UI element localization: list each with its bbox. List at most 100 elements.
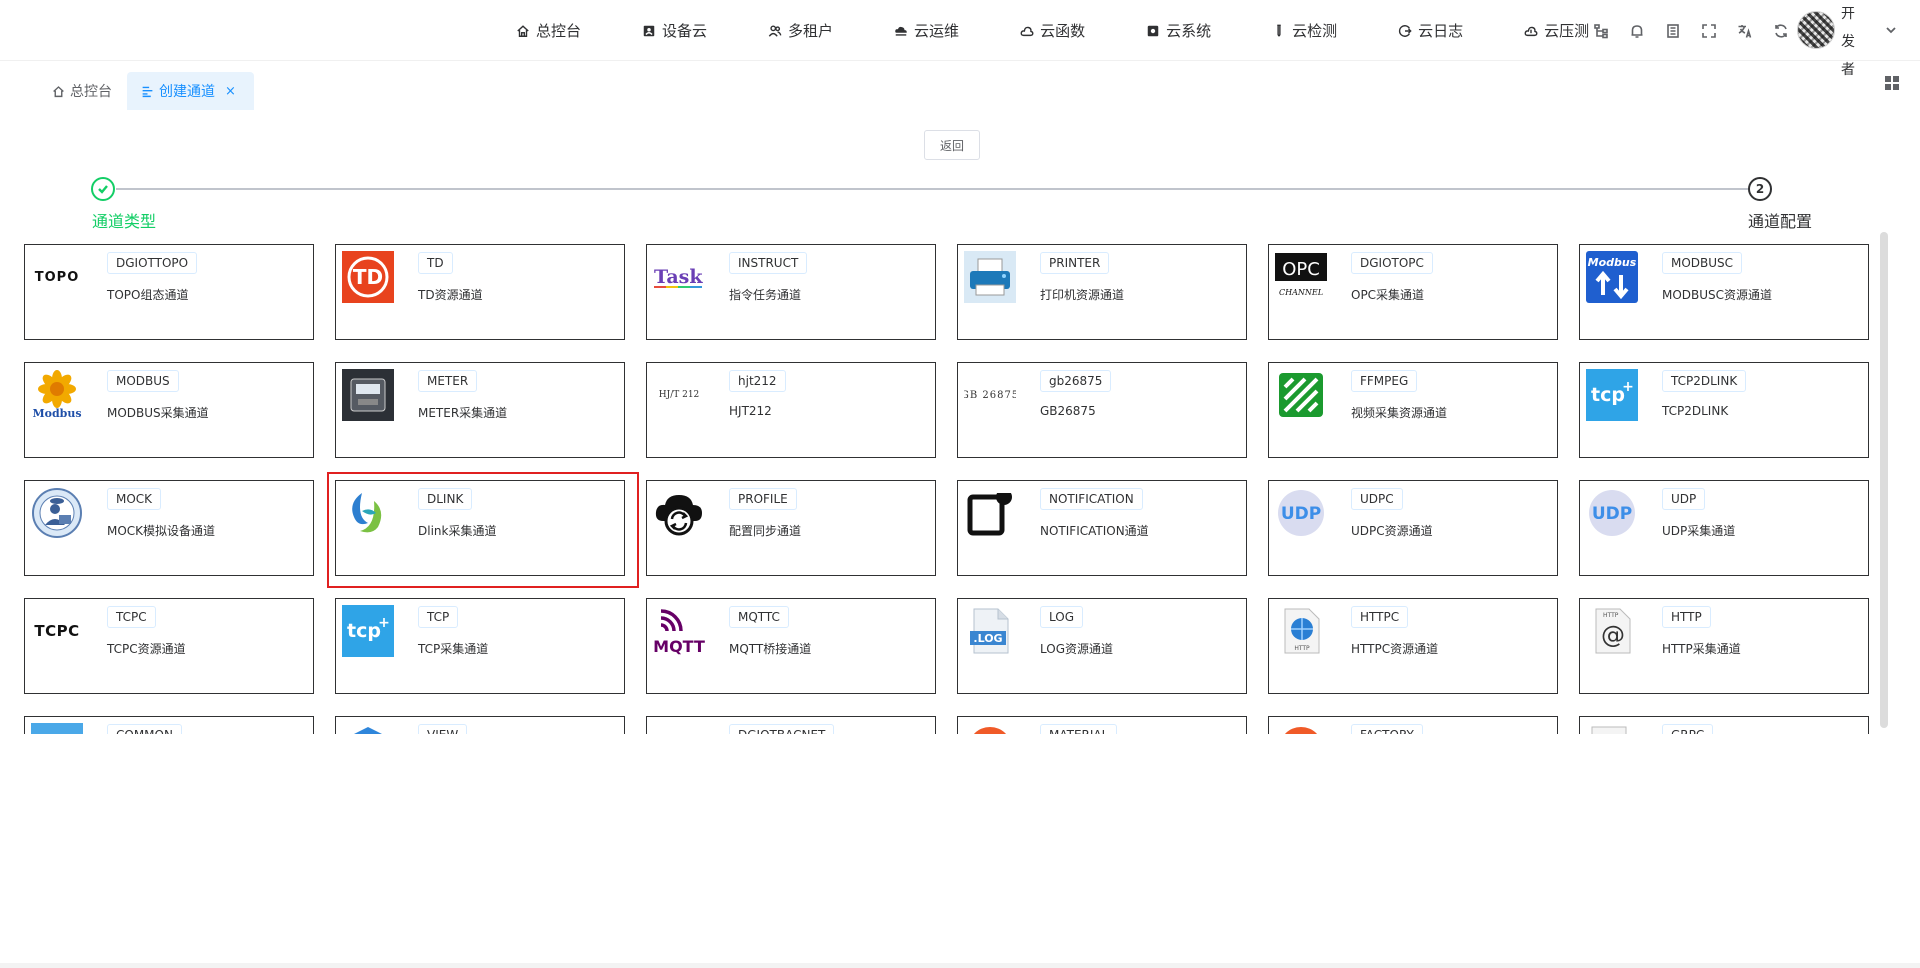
common-icon <box>31 723 83 734</box>
nav-item-cloud-function[interactable]: 云函数 <box>1014 0 1091 61</box>
hjt212-text-icon: HJ/T 212 <box>658 390 700 400</box>
view-icon <box>342 723 394 734</box>
close-icon[interactable]: × <box>225 84 236 99</box>
avatar[interactable] <box>1797 11 1835 49</box>
channel-card-tcpc[interactable]: TCPC TCPC TCPC资源通道 <box>24 598 314 694</box>
tabs-bar: 总控台 创建通道 × <box>0 62 1920 112</box>
nav-item-cloud-test[interactable]: 云检测 <box>1266 0 1343 61</box>
channel-description: OPC采集通道 <box>1351 288 1425 302</box>
channel-card-tcp[interactable]: tcp + TCP TCP采集通道 <box>335 598 625 694</box>
channel-card-hjt212[interactable]: HJ/T 212 hjt212 HJT212 <box>646 362 936 458</box>
channel-description: NOTIFICATION通道 <box>1040 524 1149 538</box>
language-button[interactable] <box>1727 0 1763 61</box>
cloud-stress-icon <box>1524 26 1538 36</box>
notification-button[interactable] <box>1619 0 1655 61</box>
channel-card-gb26875[interactable]: GB 26875 gb26875 GB26875 <box>957 362 1247 458</box>
log-icon <box>1399 24 1412 37</box>
test-tube-icon <box>1277 24 1281 37</box>
docs-button[interactable] <box>1655 0 1691 61</box>
channel-card-dlink[interactable]: DLINK Dlink采集通道 <box>335 480 625 576</box>
channel-card-dgiotbacnet[interactable]: DGIOTBACNET <box>646 716 936 734</box>
channel-card-printer[interactable]: PRINTER 打印机资源通道 <box>957 244 1247 340</box>
fullscreen-icon <box>1702 23 1716 38</box>
mqtt-logo-icon: MQTT <box>653 605 705 657</box>
channel-card-material[interactable]: MATERIAL <box>957 716 1247 734</box>
footer-divider <box>0 963 1920 968</box>
channel-card-view[interactable]: VIEW <box>335 716 625 734</box>
channel-tag: METER <box>418 370 478 392</box>
channel-tag: COMMON <box>107 724 182 734</box>
channel-card-td[interactable]: TD TD TD资源通道 <box>335 244 625 340</box>
channel-card-modbus[interactable]: Modbus MODBUS MODBUS采集通道 <box>24 362 314 458</box>
log-file-icon: .LOG <box>964 605 1016 657</box>
channel-card-udp[interactable]: UDP UDP UDP采集通道 <box>1579 480 1869 576</box>
nav-item-cloud-log[interactable]: 云日志 <box>1392 0 1469 61</box>
udp-bubble-icon: UDP <box>1586 487 1638 539</box>
channel-description: TCP采集通道 <box>418 642 489 656</box>
channel-tag: GRPC <box>1662 724 1714 734</box>
nav-item-device-cloud[interactable]: 设备云 <box>636 0 713 61</box>
tcp-plus-icon: tcp + <box>342 605 394 657</box>
dlink-logo-icon <box>342 487 394 539</box>
notification-icon <box>964 487 1016 539</box>
channel-card-httpc[interactable]: HTTP HTTPC HTTPC资源通道 <box>1268 598 1558 694</box>
nav-item-multi-tenant[interactable]: 多租户 <box>762 0 839 61</box>
channel-tag: DGIOTBACNET <box>729 724 835 734</box>
channel-tag: HTTPC <box>1351 606 1409 628</box>
back-button[interactable]: 返回 <box>924 130 980 160</box>
channel-card-dgiottopo[interactable]: TOPO DGIOTTOPO TOPO组态通道 <box>24 244 314 340</box>
nav-item-label: 总控台 <box>536 22 582 40</box>
nav-item-cloud-ops[interactable]: 云运维 <box>888 0 965 61</box>
channel-description: MQTT桥接通道 <box>729 642 812 656</box>
nav-item-label: 云日志 <box>1418 22 1464 40</box>
td-logo-icon: TD <box>342 251 394 303</box>
book-icon <box>1667 23 1679 38</box>
channel-card-common[interactable]: COMMON <box>24 716 314 734</box>
user-menu-toggle[interactable] <box>1884 22 1898 36</box>
svg-text:UDP: UDP <box>1592 504 1632 524</box>
vertical-scrollbar[interactable] <box>1880 232 1888 728</box>
chevron-down-icon <box>1886 27 1896 34</box>
channel-card-instruct[interactable]: Task INSTRUCT 指令任务通道 <box>646 244 936 340</box>
step-1-title: 通道类型 <box>92 212 157 231</box>
channel-card-udpc[interactable]: UDP UDPC UDPC资源通道 <box>1268 480 1558 576</box>
task-logo-icon: Task <box>653 251 705 303</box>
device-icon <box>643 25 655 36</box>
svg-text:@: @ <box>1601 621 1625 649</box>
channel-card-dgiotopc[interactable]: OPC CHANNEL DGIOTOPC OPC采集通道 <box>1268 244 1558 340</box>
nav-item-cloud-system[interactable]: 云系统 <box>1140 0 1217 61</box>
tabs-menu-button[interactable] <box>1884 75 1900 91</box>
channel-card-notification[interactable]: NOTIFICATION NOTIFICATION通道 <box>957 480 1247 576</box>
modbus-flower-icon: Modbus <box>31 369 83 421</box>
channel-card-meter[interactable]: METER METER采集通道 <box>335 362 625 458</box>
refresh-button[interactable] <box>1763 0 1799 61</box>
channel-card-http[interactable]: HTTP @ HTTP HTTP采集通道 <box>1579 598 1869 694</box>
channel-card-tcp2dlink[interactable]: tcp + TCP2DLINK TCP2DLINK <box>1579 362 1869 458</box>
channel-card-modbusc[interactable]: Modbus MODBUSC MODBUSC资源通道 <box>1579 244 1869 340</box>
channel-card-mock[interactable]: MOCK MOCK模拟设备通道 <box>24 480 314 576</box>
channel-tag: hjt212 <box>729 370 786 392</box>
channel-card-grpc[interactable]: GRPC <box>1579 716 1869 734</box>
channel-description: 配置同步通道 <box>729 524 802 538</box>
channel-tag: TD <box>418 252 453 274</box>
tab-dashboard[interactable]: 总控台 <box>38 72 126 110</box>
scrollbar-thumb[interactable] <box>1880 232 1888 728</box>
channel-card-factory[interactable]: FACTORY <box>1268 716 1558 734</box>
channel-description: MOCK模拟设备通道 <box>107 524 216 538</box>
svg-text:Task: Task <box>654 266 703 288</box>
tree-button[interactable] <box>1583 0 1619 61</box>
tab-create-channel[interactable]: 创建通道 × <box>127 72 254 110</box>
channel-card-log[interactable]: .LOG LOG LOG资源通道 <box>957 598 1247 694</box>
channel-card-profile[interactable]: PROFILE 配置同步通道 <box>646 480 936 576</box>
nav-item-label: 云系统 <box>1166 22 1212 40</box>
fullscreen-button[interactable] <box>1691 0 1727 61</box>
nav-item-dashboard[interactable]: 总控台 <box>510 0 587 61</box>
home-icon <box>53 85 64 97</box>
channel-description: HTTP采集通道 <box>1662 642 1741 656</box>
channel-card-ffmpeg[interactable]: FFMPEG 视频采集资源通道 <box>1268 362 1558 458</box>
cloud-function-icon <box>1020 26 1034 36</box>
channel-card-mqttc[interactable]: MQTT MQTTC MQTT桥接通道 <box>646 598 936 694</box>
nav-item-label: 云运维 <box>914 22 960 40</box>
meter-icon <box>342 369 394 421</box>
svg-text:Modbus: Modbus <box>32 407 81 420</box>
